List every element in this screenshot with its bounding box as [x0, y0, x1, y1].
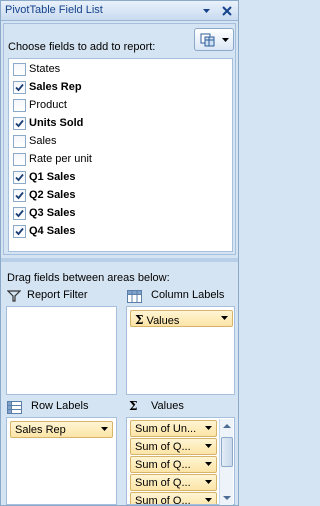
- row-labels-icon: [7, 401, 22, 414]
- scroll-up-icon[interactable]: [221, 420, 233, 432]
- chip-text: Sum of Un...: [135, 423, 197, 435]
- values-chip[interactable]: Sum of Q...: [130, 438, 217, 455]
- chip-text: Values: [146, 315, 180, 327]
- field-label: Sales Rep: [29, 81, 82, 93]
- pivot-field-list-pane: PivotTable Field List Choose fields to a…: [0, 0, 239, 506]
- chip-text: Sum of Q...: [135, 441, 191, 453]
- checkbox-checked[interactable]: [13, 207, 26, 220]
- section-splitter[interactable]: [1, 258, 238, 262]
- chip-text: Sum of Q...: [135, 459, 191, 471]
- checkbox-checked[interactable]: [13, 81, 26, 94]
- scroll-down-icon[interactable]: [221, 492, 233, 504]
- column-labels-label: Column Labels: [151, 289, 225, 301]
- values-chip[interactable]: Sum of Q...: [130, 492, 217, 505]
- values-scrollbar[interactable]: [219, 419, 233, 505]
- field-row[interactable]: States: [11, 60, 230, 78]
- chevron-down-icon: [222, 38, 229, 42]
- checkmark-icon: [15, 227, 24, 236]
- field-label: Q4 Sales: [29, 225, 76, 237]
- checkmark-icon: [15, 209, 24, 218]
- checkbox-checked[interactable]: [13, 189, 26, 202]
- field-row[interactable]: Q3 Sales: [11, 204, 230, 222]
- checkmark-icon: [15, 191, 24, 200]
- field-row[interactable]: Q1 Sales: [11, 168, 230, 186]
- checkbox-checked[interactable]: [13, 117, 26, 130]
- pane-title: PivotTable Field List: [5, 4, 103, 16]
- sigma-icon: Σ: [129, 399, 138, 413]
- checkmark-icon: [15, 119, 24, 128]
- field-list-layout-button[interactable]: [194, 28, 234, 51]
- choose-fields-label: Choose fields to add to report:: [8, 41, 156, 53]
- report-filter-header: Report Filter: [7, 288, 117, 304]
- column-labels-header: Column Labels: [127, 288, 235, 304]
- field-label: Q3 Sales: [29, 207, 76, 219]
- field-row[interactable]: Sales: [11, 132, 230, 150]
- row-labels-header: Row Labels: [7, 399, 117, 415]
- close-icon[interactable]: [220, 4, 234, 18]
- report-filter-area[interactable]: [6, 306, 117, 395]
- field-label: Q1 Sales: [29, 171, 76, 183]
- field-section: Choose fields to add to report: States Sa…: [3, 23, 236, 255]
- row-labels-chip-sales-rep[interactable]: Sales Rep: [10, 421, 113, 438]
- field-row[interactable]: Rate per unit: [11, 150, 230, 168]
- report-filter-label: Report Filter: [27, 289, 88, 301]
- checkbox-unchecked[interactable]: [13, 99, 26, 112]
- drag-fields-label: Drag fields between areas below:: [7, 272, 170, 284]
- pane-options-icon[interactable]: [202, 6, 211, 15]
- chevron-down-icon[interactable]: [221, 316, 228, 321]
- checkbox-checked[interactable]: [13, 171, 26, 184]
- field-label: States: [29, 63, 61, 75]
- checkbox-checked[interactable]: [13, 225, 26, 238]
- scroll-thumb[interactable]: [221, 437, 233, 467]
- column-labels-area[interactable]: Σ Values: [126, 306, 235, 395]
- row-labels-label: Row Labels: [31, 400, 89, 412]
- values-chip[interactable]: Sum of Un...: [130, 420, 217, 437]
- chip-text: Sum of Q...: [135, 477, 191, 489]
- field-row[interactable]: Units Sold: [11, 114, 230, 132]
- filter-icon: [7, 290, 21, 302]
- field-list: States Sales Rep Product Units Sold Sales Rat…: [8, 58, 233, 252]
- checkmark-icon: [15, 173, 24, 182]
- field-row[interactable]: Q2 Sales: [11, 186, 230, 204]
- chevron-down-icon[interactable]: [205, 426, 212, 431]
- sigma-icon: Σ: [135, 313, 144, 327]
- chevron-down-icon[interactable]: [205, 480, 212, 485]
- checkmark-icon: [15, 83, 24, 92]
- values-chip[interactable]: Sum of Q...: [130, 456, 217, 473]
- field-label: Sales: [29, 135, 57, 147]
- values-chip-label: Σ Values: [135, 313, 180, 327]
- chevron-down-icon[interactable]: [205, 444, 212, 449]
- field-label: Units Sold: [29, 117, 84, 129]
- checkbox-unchecked[interactable]: [13, 63, 26, 76]
- pane-title-bar: PivotTable Field List: [1, 1, 238, 21]
- checkbox-unchecked[interactable]: [13, 135, 26, 148]
- field-label: Product: [29, 99, 67, 111]
- values-chip[interactable]: Sum of Q...: [130, 474, 217, 491]
- chevron-down-icon[interactable]: [205, 498, 212, 503]
- field-label: Q2 Sales: [29, 189, 76, 201]
- column-labels-icon: [127, 290, 142, 303]
- field-row[interactable]: Product: [11, 96, 230, 114]
- row-labels-area[interactable]: Sales Rep: [6, 417, 117, 505]
- chevron-down-icon[interactable]: [101, 427, 108, 432]
- values-label: Values: [151, 400, 184, 412]
- layout-icon: [200, 33, 215, 47]
- values-header: Σ Values: [127, 399, 235, 415]
- field-row[interactable]: Sales Rep: [11, 78, 230, 96]
- field-row[interactable]: Q4 Sales: [11, 222, 230, 240]
- checkbox-unchecked[interactable]: [13, 153, 26, 166]
- field-label: Rate per unit: [29, 153, 92, 165]
- chevron-down-icon[interactable]: [205, 462, 212, 467]
- column-labels-chip-values[interactable]: Σ Values: [130, 310, 233, 327]
- chip-text: Sum of Q...: [135, 495, 191, 505]
- chip-text: Sales Rep: [15, 424, 66, 436]
